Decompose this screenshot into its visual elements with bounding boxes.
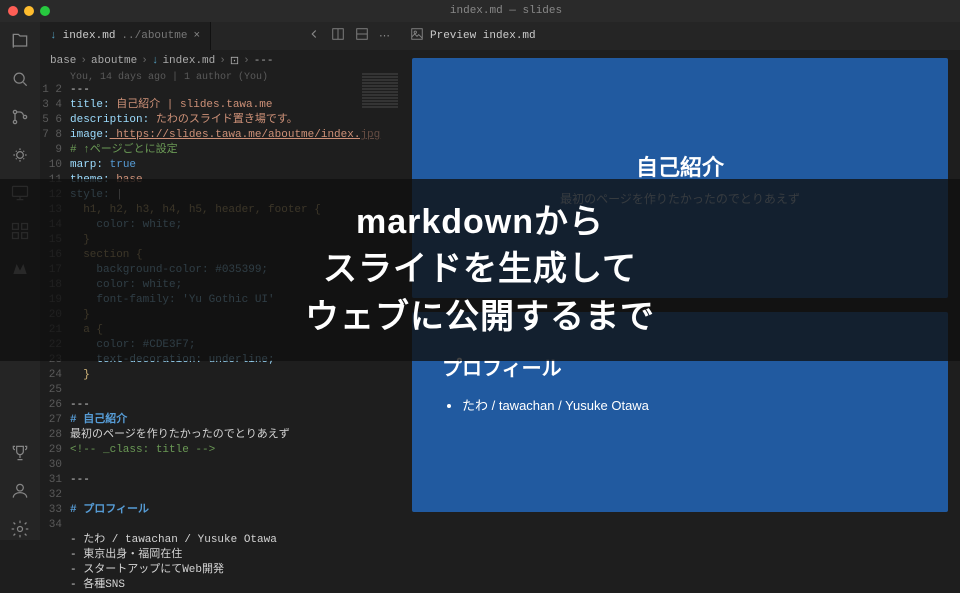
search-icon[interactable]	[9, 68, 31, 90]
editor-tabs: ↓ index.md ../aboutme × ⋯	[40, 22, 400, 50]
preview-tab-label: Preview index.md	[430, 30, 536, 42]
code-editor[interactable]: 1 2 3 4 5 6 7 8 9 10 11 12 13 14 15 16 1…	[40, 83, 400, 593]
slide-2-title: プロフィール	[442, 352, 918, 381]
slide-1-subtitle: 最初のページを作りたかったのでとりあえず	[560, 190, 800, 207]
minimap[interactable]	[360, 72, 400, 472]
explorer-icon[interactable]	[9, 30, 31, 52]
window-controls	[8, 6, 50, 16]
close-icon[interactable]: ×	[193, 30, 200, 42]
more-icon[interactable]: ⋯	[379, 29, 390, 43]
preview-tab[interactable]: Preview index.md	[400, 22, 960, 50]
split-editor-icon[interactable]	[355, 27, 369, 45]
editor-pane: ↓ index.md ../aboutme × ⋯ base› aboutme›	[40, 22, 400, 593]
list-item: たわ / tawachan / Yusuke Otawa	[462, 395, 918, 414]
activity-bar	[0, 22, 40, 540]
tab-path: ../aboutme	[121, 30, 187, 42]
trophy-icon[interactable]	[9, 442, 31, 464]
git-blame: You, 14 days ago | 1 author (You)	[40, 72, 400, 83]
preview-pane: Preview index.md 自己紹介 最初のページを作りたかったのでとりあ…	[400, 22, 960, 593]
slide-2: プロフィール たわ / tawachan / Yusuke Otawa	[412, 312, 948, 512]
close-window-button[interactable]	[8, 6, 18, 16]
slide-1: 自己紹介 最初のページを作りたかったのでとりあえず	[412, 58, 948, 298]
window-title: index.md — slides	[60, 5, 952, 17]
preview-body[interactable]: 自己紹介 最初のページを作りたかったのでとりあえず プロフィール たわ / ta…	[400, 50, 960, 593]
minimize-window-button[interactable]	[24, 6, 34, 16]
editor-toolbar: ⋯	[297, 22, 400, 50]
open-preview-icon[interactable]	[331, 27, 345, 45]
debug-icon[interactable]	[9, 144, 31, 166]
account-icon[interactable]	[9, 480, 31, 502]
slide-1-title: 自己紹介	[636, 150, 724, 182]
code-content[interactable]: --- title: 自己紹介 | slides.tawa.me descrip…	[70, 83, 400, 593]
maximize-window-button[interactable]	[40, 6, 50, 16]
window-titlebar: index.md — slides	[0, 0, 960, 22]
marp-icon[interactable]	[9, 258, 31, 280]
preview-icon	[410, 27, 424, 45]
source-control-icon[interactable]	[9, 106, 31, 128]
gear-icon[interactable]	[9, 518, 31, 540]
tab-index-md[interactable]: ↓ index.md ../aboutme ×	[40, 22, 211, 50]
markdown-icon: ↓	[50, 30, 57, 42]
go-back-icon[interactable]	[307, 27, 321, 45]
markdown-icon: ↓	[152, 55, 159, 67]
remote-icon[interactable]	[9, 182, 31, 204]
tab-label: index.md	[63, 30, 116, 42]
extensions-icon[interactable]	[9, 220, 31, 242]
breadcrumb[interactable]: base› aboutme› ↓ index.md› ⊡› ---	[40, 50, 400, 72]
line-gutter: 1 2 3 4 5 6 7 8 9 10 11 12 13 14 15 16 1…	[40, 83, 70, 593]
